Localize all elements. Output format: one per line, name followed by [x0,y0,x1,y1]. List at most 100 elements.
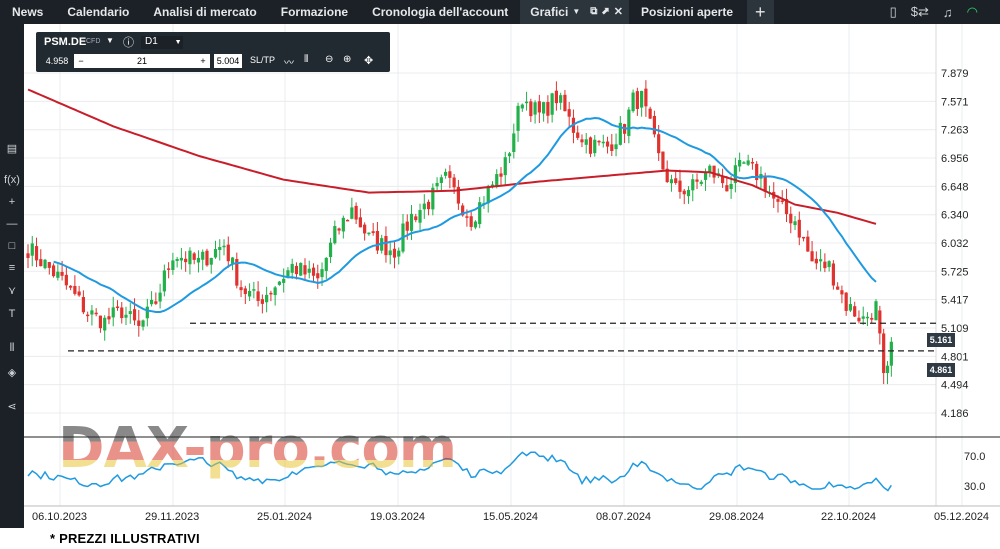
candle-body [345,219,350,222]
pitchfork-icon[interactable]: ⋎ [0,284,24,297]
candle-body [115,306,120,309]
price-axis-label: 6.340 [941,210,969,222]
price-axis-label: 5.725 [941,266,969,278]
info-icon[interactable]: ⓘ [123,34,134,50]
candle-body [584,139,588,145]
candle-body [81,297,85,313]
candle-body [307,268,311,273]
candle-body [205,250,209,266]
candle-body [605,141,610,147]
symbol-name[interactable]: PSM.DE [44,36,86,48]
layers-icon[interactable]: ◈ [0,366,24,379]
candle-body [409,213,414,231]
candle-body [422,203,426,210]
add-tab-button[interactable]: + [747,0,774,24]
candle-body [806,236,810,252]
tab-grafici-label: Grafici [530,5,569,19]
candle-body [384,236,388,256]
candle-body [699,181,703,184]
candle-body [167,268,171,270]
candle-body [273,287,277,296]
candle-body [192,253,196,260]
time-axis-label: 25.01.2024 [257,511,312,523]
tab-news[interactable]: News [0,0,55,24]
tab-cronologia-account[interactable]: Cronologia dell'account [360,0,520,24]
candle-body [77,291,81,296]
candle-body [252,289,256,291]
quantity-decrease-button[interactable]: − [74,54,88,68]
candle-body [56,271,60,278]
price-axis-label: 4.801 [941,351,969,363]
candle-body [239,287,243,291]
candle-body [776,199,780,202]
candle-body [26,253,30,258]
candle-body [94,312,98,315]
candle-body [499,173,503,177]
layout-icon[interactable]: ▯ [890,4,897,20]
line-chart-icon[interactable]: 〰 [284,54,294,69]
candle-body [290,263,294,273]
quantity-increase-button[interactable]: + [196,54,210,68]
time-axis-label: 15.05.2024 [483,511,538,523]
quantity-input[interactable]: 21 [88,54,196,68]
indicators-icon[interactable]: ⦀ [0,342,24,355]
candle-body [597,140,601,143]
chart-area[interactable]: 7.879 7.571 7.263 6.956 6.648 6.340 6.032 5.725… [24,24,1000,528]
candle-body [580,139,584,143]
share-icon[interactable]: ⋖ [0,400,24,413]
candle-body [865,316,870,319]
price-axis-label: 6.648 [941,181,969,193]
bid-price[interactable]: 4.958 [44,54,70,68]
zoom-in-icon[interactable]: ⊕ [343,54,351,65]
close-icon[interactable]: ✕ [614,0,623,24]
candle-body [316,273,320,279]
chevron-down-icon[interactable]: ▼ [572,0,580,24]
timeframe-select[interactable]: D1 ▼ [141,36,183,49]
candle-body [260,299,264,304]
zoom-out-icon[interactable]: ⊖ [325,54,333,65]
crosshair-icon[interactable]: + [0,196,24,208]
tab-posizioni-aperte[interactable]: Posizioni aperte [629,0,745,24]
chart-window-icon[interactable]: ▤ [0,142,24,155]
candle-body [209,257,213,265]
line-tool-icon[interactable]: — [0,218,24,230]
sltp-button[interactable]: SL/TP [250,55,275,65]
symbol-chevron-down-icon[interactable]: ▼ [106,36,114,45]
candle-body [533,102,537,115]
price-axis-label: 6.032 [941,238,969,250]
tab-formazione[interactable]: Formazione [269,0,360,24]
candle-body [827,261,831,268]
tab-calendario[interactable]: Calendario [55,0,141,24]
candle-body [857,317,861,322]
function-icon[interactable]: f(x) [0,174,24,186]
candle-body [708,165,712,172]
candle-body [132,309,137,321]
candle-body [363,224,367,234]
rectangle-tool-icon[interactable]: □ [0,240,24,252]
candle-body [188,250,192,265]
tab-grafici[interactable]: Grafici ▼ ⧉ ⬈ ✕ [520,0,629,24]
candle-body [844,292,848,311]
candle-body [674,178,678,184]
candle-body [601,141,605,144]
candles-icon[interactable]: ⦀ [304,54,308,65]
candle-body [473,221,478,228]
bell-icon[interactable]: ♫ [943,5,953,20]
ask-price[interactable]: 5.004 [214,54,242,68]
candle-body [243,288,247,295]
fibonacci-icon[interactable]: ≡ [0,262,24,274]
dollar-transfer-icon[interactable]: $⇄ [911,4,929,20]
move-icon[interactable]: ✥ [364,54,373,67]
tab-analisi-di-mercato[interactable]: Analisi di mercato [141,0,268,24]
candle-body [375,230,380,251]
external-window-icon[interactable]: ⧉ [590,0,597,24]
candle-body [175,258,179,261]
candle-body [282,278,286,283]
candle-body [154,301,158,304]
candle-body [542,102,546,114]
text-tool-icon[interactable]: T [0,308,24,320]
candle-body [73,285,77,294]
candle-body [184,258,188,263]
popout-icon[interactable]: ⬈ [601,0,609,24]
candle-body [141,320,145,327]
